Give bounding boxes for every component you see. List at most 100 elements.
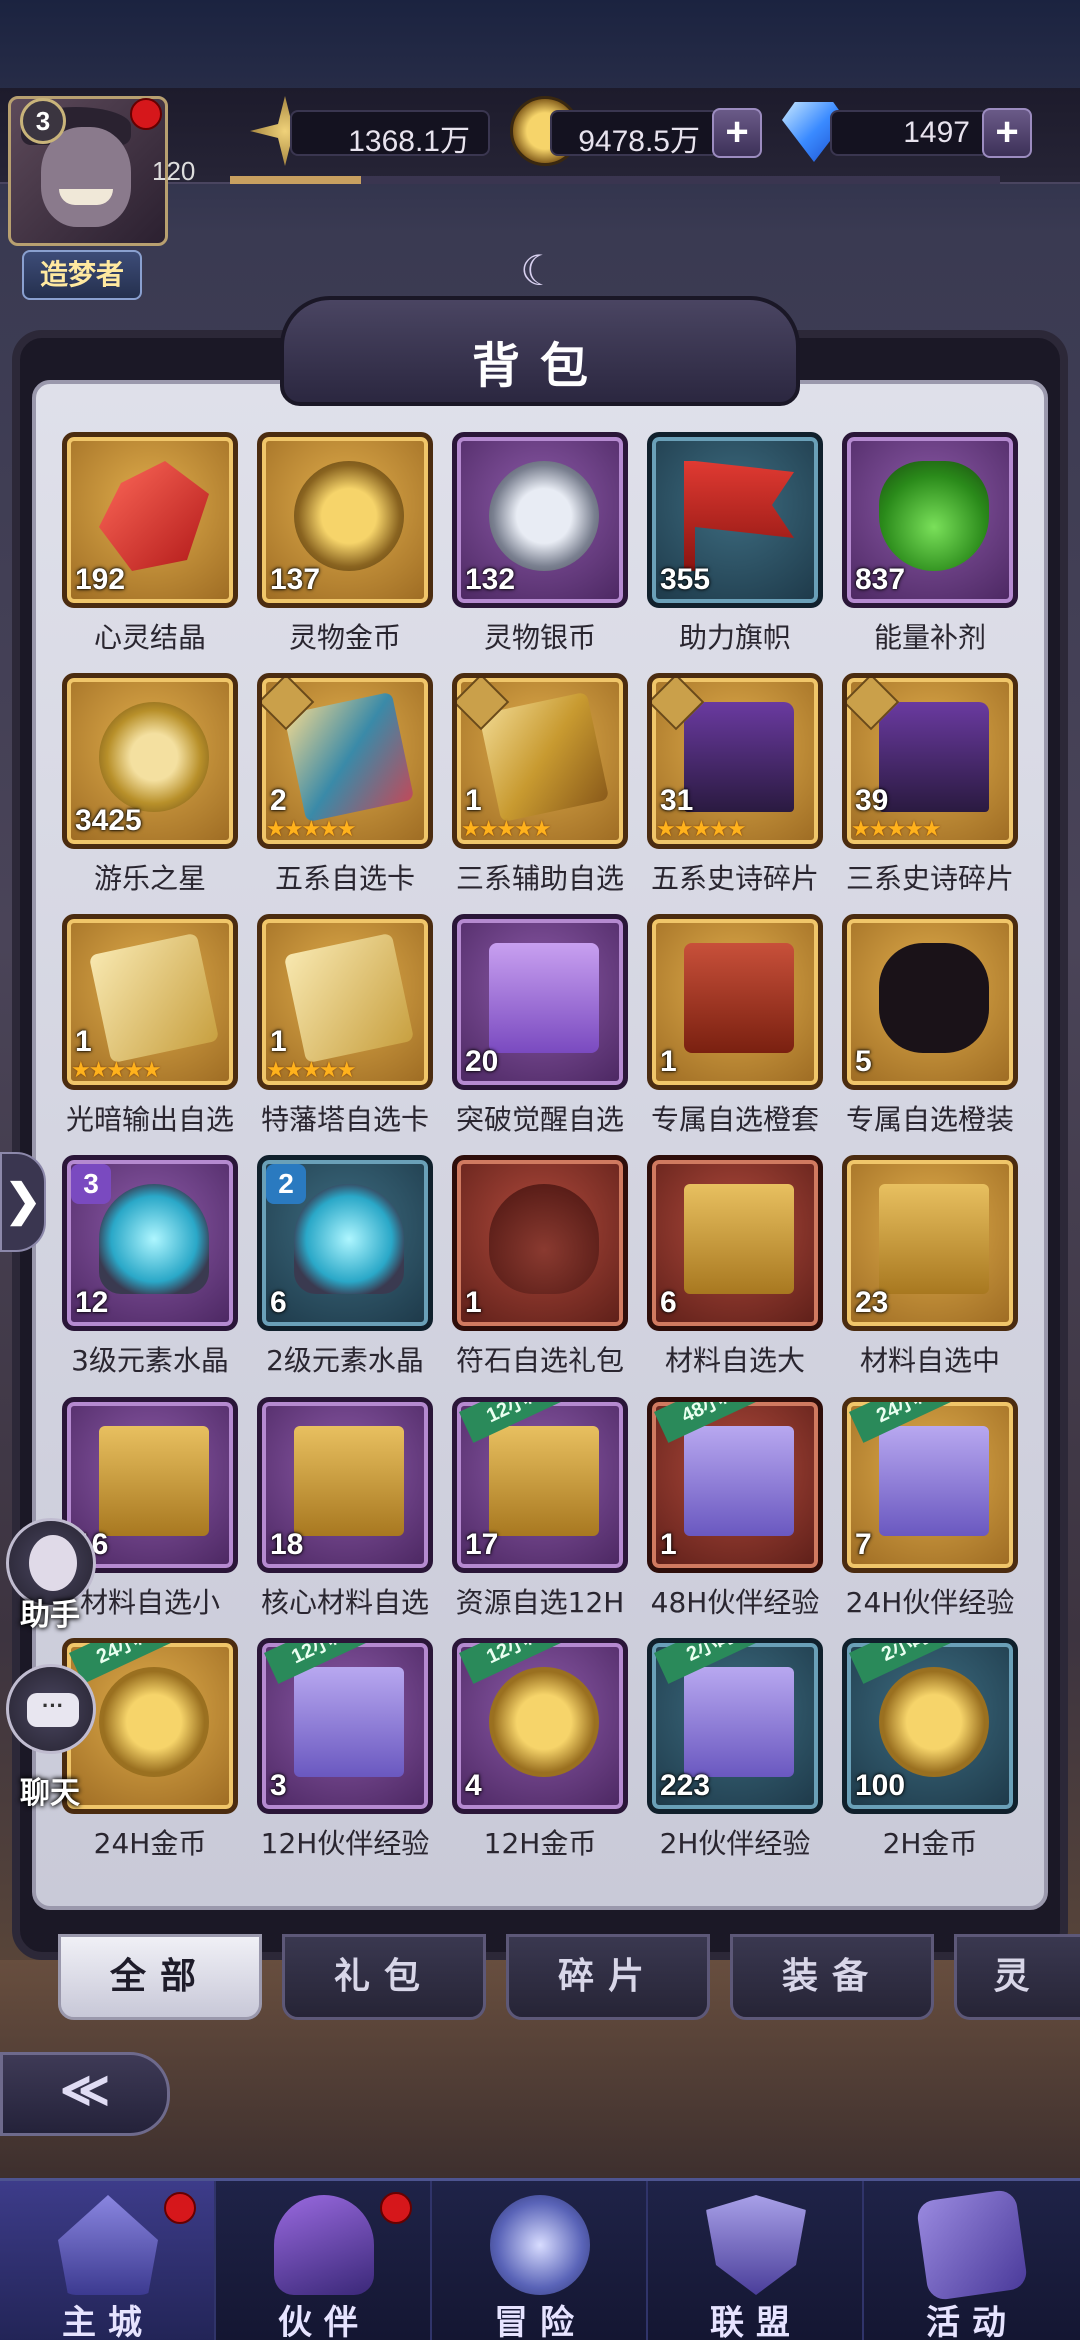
material-box-icon: [99, 1426, 209, 1536]
nav-label: 活动: [926, 2303, 1018, 2340]
bag-item-slot[interactable]: 132: [452, 432, 628, 608]
bag-item-slot[interactable]: 1: [452, 1155, 628, 1331]
bag-item-slot[interactable]: 12小时 3: [257, 1638, 433, 1814]
add-gold-button[interactable]: +: [712, 108, 762, 158]
item-count: 7: [855, 1528, 872, 1561]
item-count: 137: [270, 563, 321, 596]
bag-item-slot[interactable]: 18: [257, 1397, 433, 1573]
item-count: 1: [660, 1528, 677, 1561]
bag-item-slot[interactable]: 355: [647, 432, 823, 608]
bag-item-slot[interactable]: 3 12: [62, 1155, 238, 1331]
item-name: 材料自选中: [859, 1344, 1000, 1377]
bottom-navigation: 主城 伙伴 冒险 联盟 活动: [0, 2178, 1080, 2340]
side-expand-arrow-icon[interactable]: ❯: [0, 1152, 46, 1252]
bag-item-slot[interactable]: ★★★★★ 1: [62, 914, 238, 1090]
tier-badge: 2: [266, 1164, 306, 1204]
exp-box-icon: [879, 1426, 989, 1536]
item-name: 光暗输出自选: [65, 1103, 234, 1136]
nav-alliance[interactable]: 联盟: [648, 2181, 864, 2340]
category-tabs: 全部 礼包 碎片 装备 灵: [58, 1934, 1080, 2024]
bag-item-slot[interactable]: 26: [257, 1155, 433, 1331]
item-name: 专属自选橙套: [650, 1103, 819, 1136]
item-name: 能量补剂: [873, 621, 986, 654]
tab-fragment[interactable]: 碎片: [506, 1934, 710, 2020]
bag-item-slot[interactable]: ★★★★★ 39: [842, 673, 1018, 849]
item-name: 资源自选12H: [455, 1586, 625, 1619]
pouch-icon: [489, 1184, 599, 1294]
item-count: 132: [465, 563, 516, 596]
item-name: 48H伙伴经验: [650, 1586, 820, 1619]
potion-icon: [879, 461, 989, 571]
item-name: 核心材料自选: [260, 1586, 429, 1619]
bag-item-slot[interactable]: 2小时 100: [842, 1638, 1018, 1814]
chat-button[interactable]: ···: [6, 1664, 96, 1754]
bag-item-slot[interactable]: ★★★★★ 1: [452, 673, 628, 849]
tab-spirit[interactable]: 灵: [954, 1934, 1080, 2020]
item-name: 游乐之星: [93, 862, 206, 895]
bag-item-slot[interactable]: 2小时 223: [647, 1638, 823, 1814]
bag-item-slot[interactable]: 12小时 4: [452, 1638, 628, 1814]
add-diamond-button[interactable]: +: [982, 108, 1032, 158]
item-name: 符石自选礼包: [455, 1344, 624, 1377]
item-count: 12: [75, 1286, 109, 1319]
crystal-orb-icon: [294, 1184, 404, 1294]
star-rating: ★★★★★: [266, 1058, 357, 1083]
tab-equipment[interactable]: 装备: [730, 1934, 934, 2020]
experience-bar: [230, 176, 1000, 184]
player-title-badge[interactable]: 造梦者: [22, 250, 142, 300]
bag-item-slot[interactable]: 6: [647, 1155, 823, 1331]
item-name: 3级元素水晶: [71, 1344, 229, 1377]
bag-header: 背包: [280, 296, 800, 406]
nav-label: 联盟: [710, 2303, 802, 2340]
experience-fill: [230, 176, 361, 184]
silhouette-icon: [879, 943, 989, 1053]
item-name: 12H伙伴经验: [260, 1827, 430, 1860]
bag-item-slot[interactable]: 837: [842, 432, 1018, 608]
item-count: 6: [270, 1286, 287, 1319]
item-count: 6: [660, 1286, 677, 1319]
chest-icon: [879, 702, 989, 812]
tab-all[interactable]: 全部: [58, 1934, 262, 2020]
crystal-orb-icon: [99, 1184, 209, 1294]
bag-item-slot[interactable]: ★★★★★ 1: [257, 914, 433, 1090]
coin-stack-icon: [99, 1667, 209, 1777]
item-name: 2H金币: [882, 1827, 978, 1860]
nav-adventure[interactable]: 冒险: [432, 2181, 648, 2340]
item-name: 五系自选卡: [274, 862, 415, 895]
bag-item-slot[interactable]: 1: [647, 914, 823, 1090]
item-count: 223: [660, 1769, 711, 1802]
item-name: 12H金币: [483, 1827, 597, 1860]
item-name: 材料自选大: [664, 1344, 805, 1377]
item-name: 助力旗帜: [678, 621, 791, 654]
chat-bubble-icon: ···: [27, 1693, 79, 1727]
bag-item-slot[interactable]: 137: [257, 432, 433, 608]
bag-item-slot[interactable]: 20: [452, 914, 628, 1090]
shield-icon: [706, 2195, 806, 2295]
nav-main-city-dot: [164, 2192, 196, 2224]
bag-item-slot[interactable]: 192: [62, 432, 238, 608]
bag-item-slot[interactable]: ★★★★★ 2: [257, 673, 433, 849]
bag-item-slot[interactable]: 3425: [62, 673, 238, 849]
bag-item-slot[interactable]: ★★★★★ 31: [647, 673, 823, 849]
item-name: 三系辅助自选: [455, 862, 624, 895]
back-button[interactable]: ≪: [0, 2052, 170, 2136]
diamond-display: 1497: [830, 110, 990, 156]
item-name: 突破觉醒自选: [455, 1103, 624, 1136]
bag-item-slot[interactable]: 24小时 7: [842, 1397, 1018, 1573]
bag-item-slot[interactable]: 48小时 1: [647, 1397, 823, 1573]
diamond-value: 1497: [903, 116, 970, 149]
bag-item-slot[interactable]: 12小时 17: [452, 1397, 628, 1573]
power-display: 1368.1万: [290, 110, 490, 158]
item-name: 灵物金币: [288, 621, 401, 654]
tab-gift[interactable]: 礼包: [282, 1934, 486, 2020]
material-box-icon: [489, 1426, 599, 1536]
item-count: 355: [660, 563, 711, 596]
bag-item-slot[interactable]: 5: [842, 914, 1018, 1090]
nav-label: 伙伴: [278, 2303, 370, 2340]
crystal-icon: [99, 461, 209, 571]
exp-box-icon: [684, 1667, 794, 1777]
bag-item-slot[interactable]: 23: [842, 1155, 1018, 1331]
material-box-icon: [879, 1184, 989, 1294]
nav-activity[interactable]: 活动: [864, 2181, 1080, 2340]
item-name: 2级元素水晶: [266, 1344, 424, 1377]
